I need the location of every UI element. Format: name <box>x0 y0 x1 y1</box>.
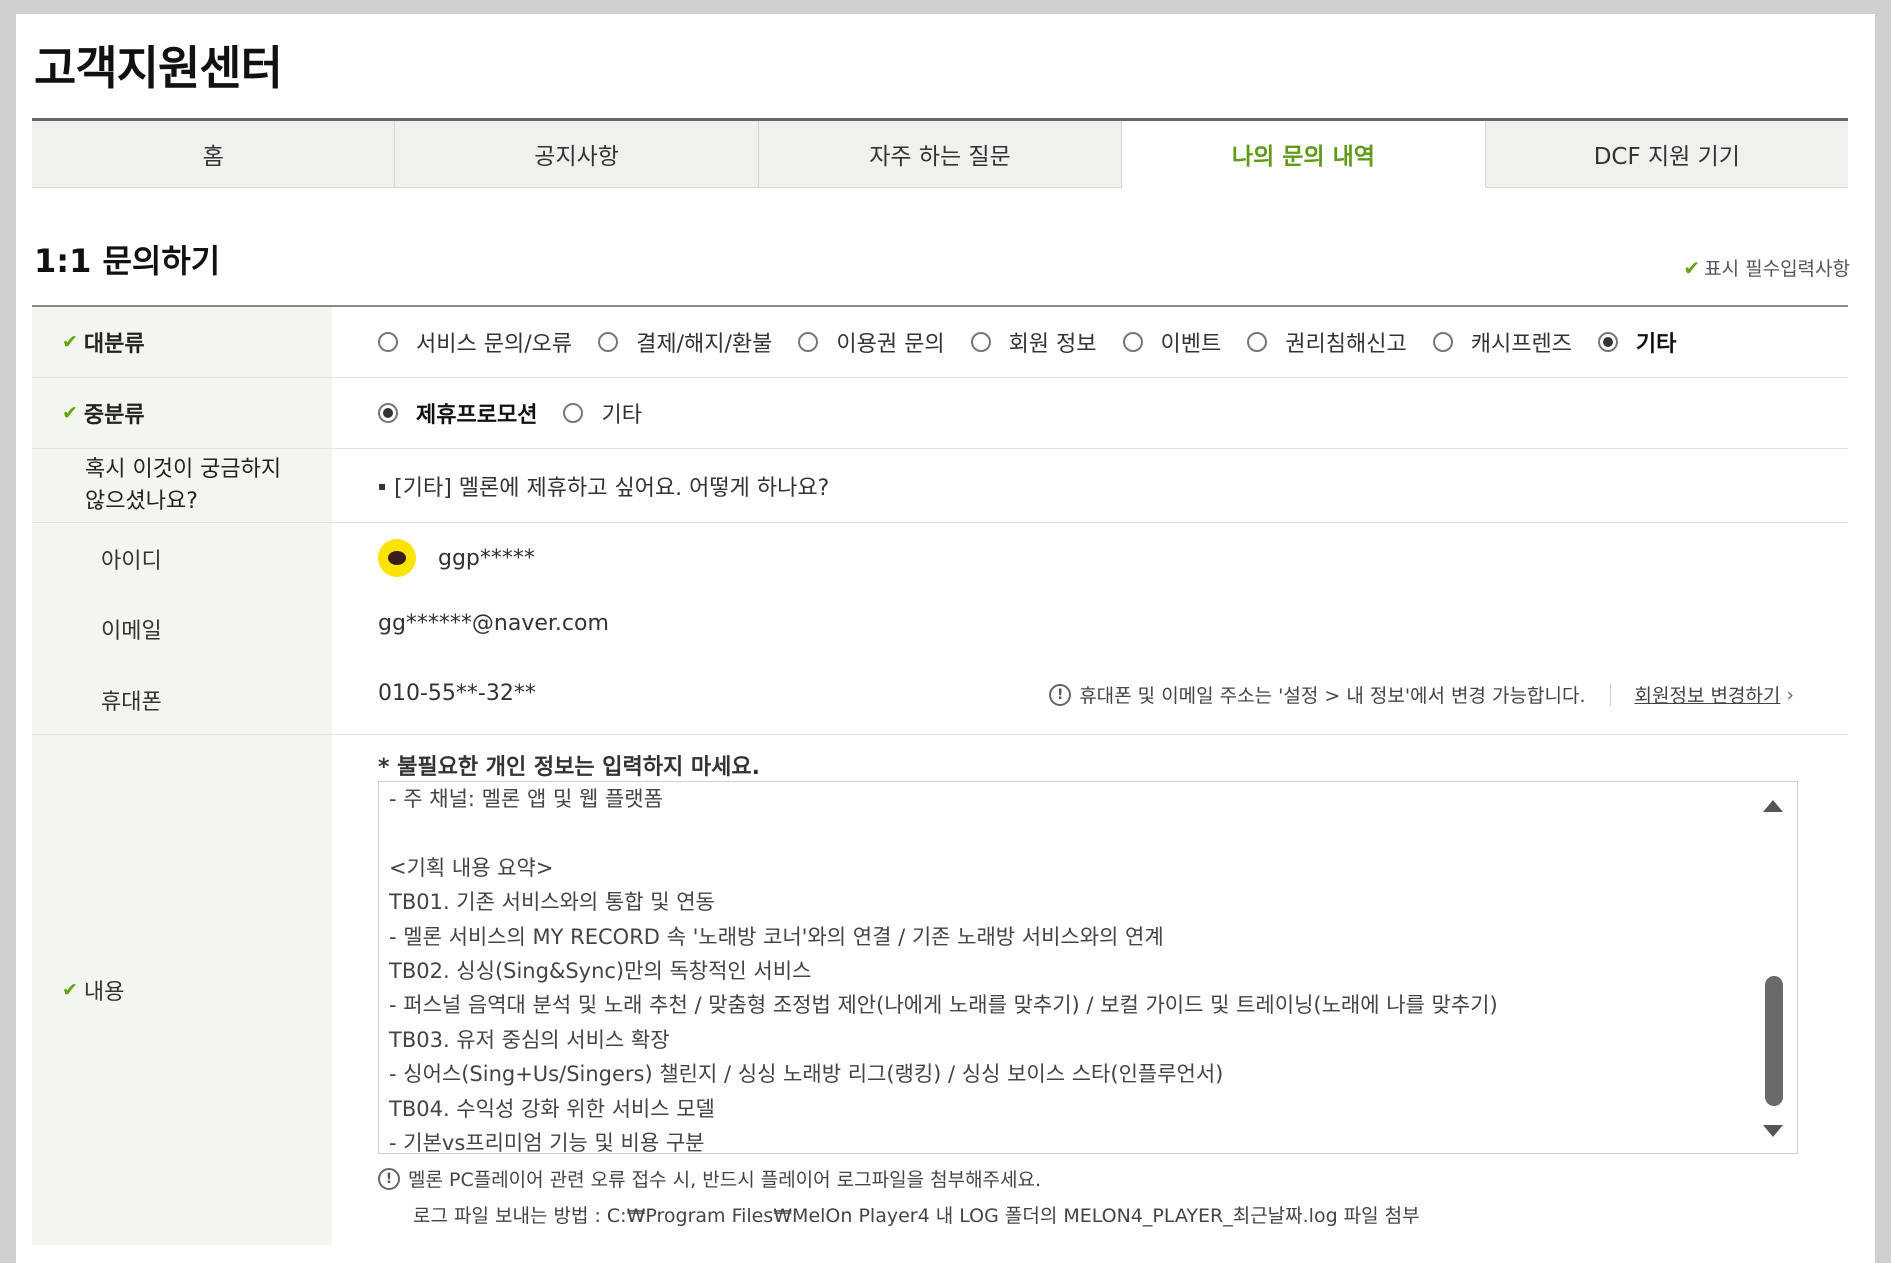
kakao-icon <box>378 539 416 577</box>
phone-label: 휴대폰 <box>101 690 162 715</box>
check-icon: ✔ <box>62 331 78 353</box>
category-label-text: 대분류 <box>83 332 145 357</box>
content-area: * 불필요한 개인 정보는 입력하지 마세요. - 주 채널: 멜론 앱 및 웹… <box>332 735 1848 1245</box>
email-value: gg******@naver.com <box>378 611 609 636</box>
tab-dcf-devices[interactable]: DCF 지원 기기 <box>1485 121 1849 188</box>
email-label: 이메일 <box>101 619 162 644</box>
member-info-change-link[interactable]: 회원정보 변경하기 <box>1635 681 1781 708</box>
subcategory-option-etc[interactable]: 기타 <box>563 397 642 429</box>
subcategory-label: ✔ 중분류 <box>32 378 332 448</box>
log-tip: ! 멜론 PC플레이어 관련 오류 접수 시, 반드시 플레이어 로그파일을 첨… <box>378 1165 1041 1192</box>
required-note-text: 표시 필수입력사항 <box>1704 258 1850 280</box>
subcategory-options: 제휴프로모션 기타 <box>332 378 1848 448</box>
tab-notice[interactable]: 공지사항 <box>395 121 759 188</box>
section-title: 1:1 문의하기 <box>34 242 221 280</box>
category-label: ✔ 대분류 <box>32 307 332 377</box>
subcategory-row: ✔ 중분류 제휴프로모션 기타 <box>32 378 1848 449</box>
check-icon: ✔ <box>62 979 78 1001</box>
info-icon: ! <box>1049 683 1072 706</box>
category-options: 서비스 문의/오류 결제/해지/환불 이용권 문의 회원 정보 이벤트 권리침해… <box>332 307 1848 377</box>
category-option-rights[interactable]: 권리침해신고 <box>1247 326 1407 358</box>
faq-hint-row: 혹시 이것이 궁금하지 않으셨나요? ▪ [기타] 멜론에 제휴하고 싶어요. … <box>32 449 1848 523</box>
content-row: ✔ 내용 * 불필요한 개인 정보는 입력하지 마세요. - 주 채널: 멜론 … <box>32 735 1848 1245</box>
required-note: ✔ 표시 필수입력사항 <box>1683 254 1850 281</box>
content-line <box>389 816 1787 850</box>
category-option-etc[interactable]: 기타 <box>1597 326 1676 358</box>
scrollbar-thumb[interactable] <box>1765 976 1783 1106</box>
content-line: TB04. 수익성 강화 위한 서비스 모델 <box>389 1096 715 1121</box>
phone-notice-text: 휴대폰 및 이메일 주소는 '설정 > 내 정보'에서 변경 가능합니다. <box>1079 685 1586 707</box>
user-info-block: 아이디 이메일 휴대폰 ggp***** gg******@naver.com … <box>32 523 1848 735</box>
chevron-right-icon: › <box>1786 683 1794 706</box>
content-line: - 기본vs프리미엄 기능 및 비용 구분 <box>389 1130 705 1154</box>
category-row: ✔ 대분류 서비스 문의/오류 결제/해지/환불 이용권 문의 회원 정보 이벤… <box>32 307 1848 378</box>
content-line: - 멜론 서비스의 MY RECORD 속 '노래방 코너'와의 연결 / 기존… <box>389 924 1164 949</box>
category-option-pass[interactable]: 이용권 문의 <box>798 326 945 358</box>
content-line: TB03. 유저 중심의 서비스 확장 <box>389 1027 670 1052</box>
info-icon: ! <box>378 1167 400 1190</box>
check-icon: ✔ <box>1683 255 1701 280</box>
category-option-member[interactable]: 회원 정보 <box>970 326 1097 358</box>
category-option-payment[interactable]: 결제/해지/환불 <box>598 326 772 358</box>
id-label: 아이디 <box>101 549 162 574</box>
category-option-event[interactable]: 이벤트 <box>1122 326 1221 358</box>
support-center-window: 고객지원센터 홈 공지사항 자주 하는 질문 나의 문의 내역 DCF 지원 기… <box>16 14 1875 1263</box>
log-tip-text: 멜론 PC플레이어 관련 오류 접수 시, 반드시 플레이어 로그파일을 첨부해… <box>408 1169 1042 1191</box>
nav-tabs: 홈 공지사항 자주 하는 질문 나의 문의 내역 DCF 지원 기기 <box>32 118 1849 188</box>
content-line: - 퍼스널 음역대 분석 및 노래 추천 / 맞춤형 조정법 제안(나에게 노래… <box>389 993 1498 1018</box>
tab-faq[interactable]: 자주 하는 질문 <box>758 121 1123 188</box>
user-info-values: ggp***** gg******@naver.com 010-55**-32*… <box>332 523 1848 734</box>
content-textarea[interactable]: - 주 채널: 멜론 앱 및 웹 플랫폼 <기획 내용 요약> TB01. 기존 서… <box>378 781 1798 1154</box>
content-line: TB01. 기존 서비스와의 통합 및 연동 <box>389 890 715 915</box>
faq-hint-label: 혹시 이것이 궁금하지 않으셨나요? <box>32 449 332 522</box>
faq-hint-value: ▪ [기타] 멜론에 제휴하고 싶어요. 어떻게 하나요? <box>332 449 1848 522</box>
content-line: - 싱어스(Sing+Us/Singers) 챌린지 / 싱싱 노래방 리그(랭… <box>389 1062 1224 1087</box>
tab-home[interactable]: 홈 <box>32 121 396 188</box>
page-title: 고객지원센터 <box>34 41 283 95</box>
phone-value: 010-55**-32** <box>378 681 536 706</box>
content-label: ✔ 내용 <box>32 735 332 1245</box>
user-info-labels: 아이디 이메일 휴대폰 <box>32 523 332 734</box>
id-value-wrap: ggp***** <box>378 539 535 577</box>
scroll-down-arrow-icon[interactable] <box>1763 1125 1783 1137</box>
content-warning: * 불필요한 개인 정보는 입력하지 마세요. <box>378 755 760 780</box>
content-line: <기획 내용 요약> <box>389 855 554 880</box>
subcategory-option-promotion[interactable]: 제휴프로모션 <box>378 397 537 429</box>
category-option-cashfriends[interactable]: 캐시프렌즈 <box>1432 326 1572 358</box>
log-tip-method: 로그 파일 보내는 방법 : C:₩Program Files₩MelOn Pl… <box>413 1205 1420 1227</box>
id-value: ggp***** <box>438 545 535 571</box>
content-line: - 주 채널: 멜론 앱 및 웹 플랫폼 <box>389 787 663 811</box>
check-icon: ✔ <box>62 402 78 424</box>
scroll-up-arrow-icon[interactable] <box>1763 800 1783 812</box>
subcategory-label-text: 중분류 <box>83 403 145 428</box>
category-option-service[interactable]: 서비스 문의/오류 <box>378 326 572 358</box>
inquiry-form: ✔ 대분류 서비스 문의/오류 결제/해지/환불 이용권 문의 회원 정보 이벤… <box>32 305 1848 1263</box>
phone-notice: ! 휴대폰 및 이메일 주소는 '설정 > 내 정보'에서 변경 가능합니다. … <box>1049 681 1794 708</box>
tab-my-inquiries[interactable]: 나의 문의 내역 <box>1122 121 1486 188</box>
content-line: TB02. 싱싱(Sing&Sync)만의 독창적인 서비스 <box>389 958 812 983</box>
faq-link[interactable]: [기타] 멜론에 제휴하고 싶어요. 어떻게 하나요? <box>394 470 829 502</box>
